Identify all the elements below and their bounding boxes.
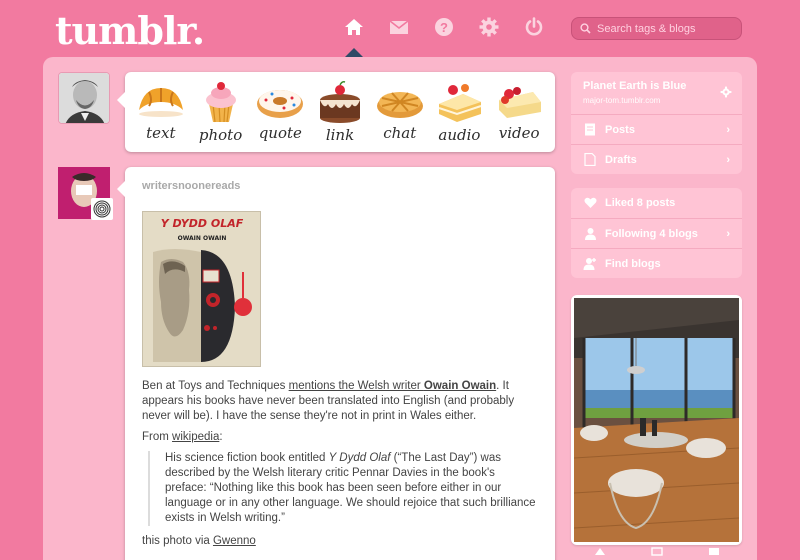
nav-active-pointer xyxy=(345,48,363,57)
post-type-label: link xyxy=(325,126,355,144)
power-icon[interactable] xyxy=(523,16,545,38)
from-label: From xyxy=(142,431,173,443)
radar-photo[interactable] xyxy=(571,295,742,545)
post-type-label: audio xyxy=(438,126,481,144)
gwenno-link[interactable]: Gwenno xyxy=(213,535,256,547)
wikipedia-link[interactable]: wikipedia xyxy=(172,431,219,443)
sidebar-item-label: Drafts xyxy=(605,153,637,166)
post-card: writersnoonereads Y DYDD OLAF OWAIN OWAI… xyxy=(117,167,555,560)
sidebar-item-label: Liked 8 posts xyxy=(605,197,676,209)
blog-url: major-tom.tumblr.com xyxy=(583,96,661,105)
add-person-icon xyxy=(583,257,597,271)
search-box[interactable] xyxy=(571,17,742,40)
post-blockquote: His science fiction book entitled Y Dydd… xyxy=(148,451,538,526)
post-type-label: chat xyxy=(383,124,417,142)
search-input[interactable] xyxy=(597,22,737,35)
sidebar-item-following[interactable]: Following 4 blogs › xyxy=(571,218,742,248)
post-photo[interactable]: Y DYDD OLAF OWAIN OWAIN xyxy=(142,211,261,367)
post-type-label: quote xyxy=(258,124,302,142)
activity-box: Liked 8 posts Following 4 blogs › Find b… xyxy=(571,188,742,278)
sidebar-item-label: Find blogs xyxy=(605,257,661,270)
user-avatar[interactable] xyxy=(58,72,110,124)
chevron-right-icon: › xyxy=(726,153,730,166)
via-label: this photo via xyxy=(142,535,213,547)
owain-owain-link-text: Owain Owain xyxy=(423,380,497,392)
sidebar-item-posts[interactable]: Posts › xyxy=(571,114,742,144)
post-type-video[interactable]: video xyxy=(489,72,549,152)
post-type-label: photo xyxy=(198,126,243,144)
heart-icon xyxy=(583,196,597,210)
welsh-writer-link-text: mentions the Welsh writer xyxy=(288,380,424,392)
gear-icon[interactable] xyxy=(478,16,500,38)
welsh-writer-link[interactable]: mentions the Welsh writer Owain Owain xyxy=(289,380,497,392)
drafts-icon xyxy=(583,153,597,167)
post-type-label: video xyxy=(498,124,540,142)
post-type-bar: text photo quote link chat audio video xyxy=(117,72,555,152)
post-type-audio[interactable]: audio xyxy=(430,72,490,152)
blog-title: Planet Earth is Blue xyxy=(583,80,687,92)
mail-icon[interactable] xyxy=(388,16,410,38)
croissant-icon xyxy=(138,88,183,117)
cake-slice-icon xyxy=(439,84,482,122)
post-type-label: text xyxy=(146,124,176,142)
post-type-link[interactable]: link xyxy=(310,72,370,152)
search-icon xyxy=(580,23,591,34)
mail-icon[interactable] xyxy=(708,543,720,560)
chevron-right-icon: › xyxy=(726,227,730,240)
cupcake-icon xyxy=(205,82,236,123)
from-colon: : xyxy=(219,431,223,443)
book-title-text: Y DYDD OLAF xyxy=(161,217,244,230)
sidebar-item-label: Following 4 blogs xyxy=(605,227,698,240)
post-type-quote[interactable]: quote xyxy=(250,72,310,152)
post-type-text[interactable]: text xyxy=(131,72,191,152)
sidebar-item-find-blogs[interactable]: Find blogs xyxy=(571,248,742,278)
cheesecake-icon xyxy=(499,87,542,118)
sidebar-item-drafts[interactable]: Drafts › xyxy=(571,144,742,174)
cake-icon xyxy=(320,81,361,123)
posts-icon xyxy=(583,123,597,137)
person-icon xyxy=(583,227,597,241)
post-text: Ben at Toys and Techniques xyxy=(142,380,289,392)
home-icon[interactable] xyxy=(343,16,365,38)
post-author-avatar[interactable] xyxy=(58,167,113,220)
reblog-avatar-icon xyxy=(91,198,113,220)
sidebar-item-likes[interactable]: Liked 8 posts xyxy=(571,188,742,218)
quote-text: His science fiction book entitled xyxy=(165,452,329,464)
post-type-photo[interactable]: photo xyxy=(191,72,251,152)
donut-icon xyxy=(257,90,304,118)
tumblr-logo[interactable]: tumblr. xyxy=(55,8,205,53)
gear-icon[interactable] xyxy=(720,86,732,98)
blog-box: Planet Earth is Blue major-tom.tumblr.co… xyxy=(571,72,742,174)
photo-actions xyxy=(571,544,742,560)
blog-header[interactable]: Planet Earth is Blue major-tom.tumblr.co… xyxy=(571,72,742,114)
reblog-icon[interactable] xyxy=(650,543,663,560)
post-author-name[interactable]: writersnoonereads xyxy=(142,179,538,194)
pie-icon xyxy=(376,92,423,118)
book-author-text: OWAIN OWAIN xyxy=(178,235,227,242)
svg-text:?: ? xyxy=(440,20,448,35)
chevron-right-icon: › xyxy=(726,123,730,136)
sidebar-item-label: Posts xyxy=(605,123,635,136)
quote-book-title: Y Dydd Olaf xyxy=(328,452,391,464)
post-type-chat[interactable]: chat xyxy=(370,72,430,152)
help-icon[interactable]: ? xyxy=(433,16,455,38)
share-icon[interactable] xyxy=(594,543,606,560)
